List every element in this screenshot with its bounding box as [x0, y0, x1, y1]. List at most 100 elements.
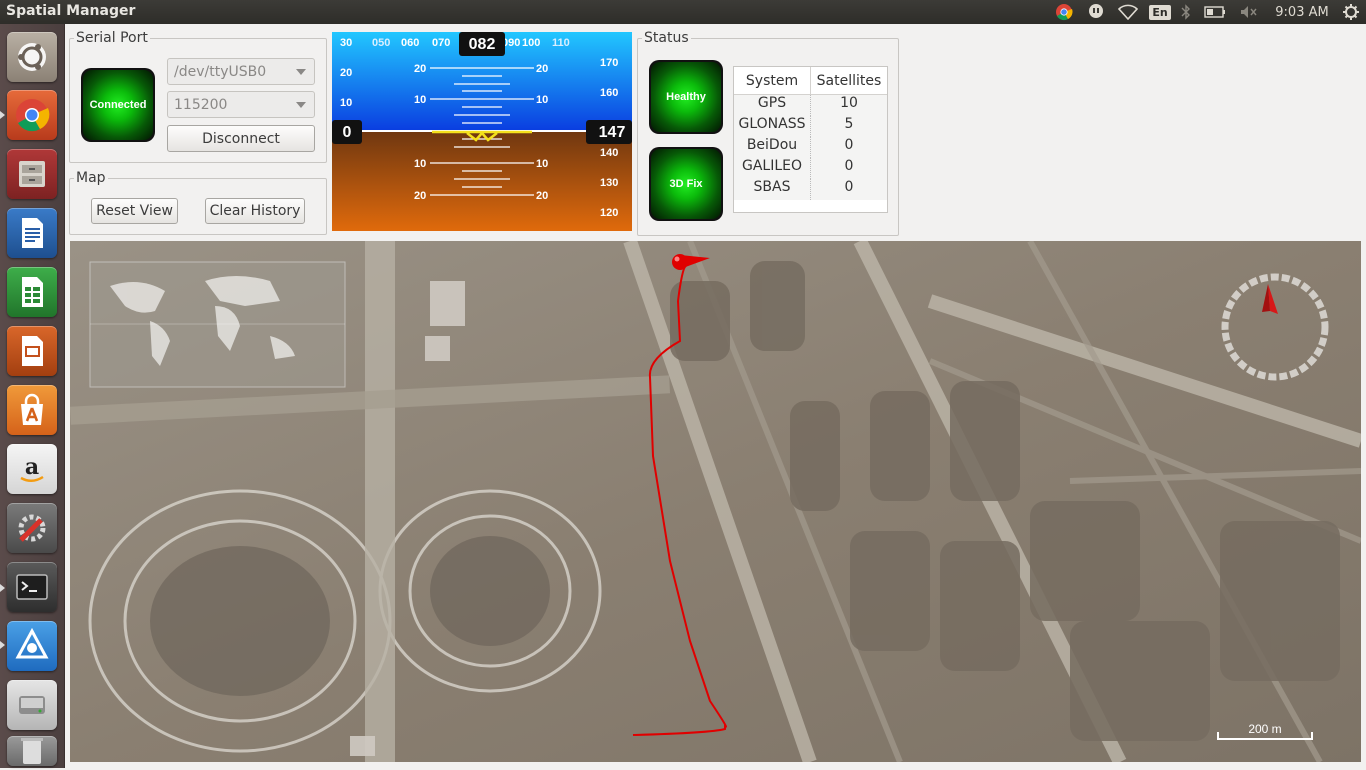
disk-drive-icon — [19, 696, 45, 714]
column-header-satellites[interactable]: Satellites — [811, 67, 887, 94]
amazon-icon: a — [20, 454, 44, 482]
table-row[interactable]: GLONASS 5 — [734, 116, 887, 137]
volume-muted-icon[interactable] — [1238, 2, 1260, 22]
document-icon — [22, 218, 43, 248]
system-settings-launcher[interactable] — [7, 503, 57, 553]
table-row[interactable]: GPS 10 — [734, 95, 887, 116]
table-row[interactable]: SBAS 0 — [734, 179, 887, 200]
artificial-horizon: 30 050 060 070 090 100 110 082 20 10 0 1… — [332, 32, 632, 231]
pitch-label: 20 — [414, 63, 426, 75]
writer-launcher[interactable] — [7, 208, 57, 258]
fix-label: 3D Fix — [669, 178, 703, 190]
chrome-icon — [16, 99, 50, 132]
satellites-cell: 10 — [840, 95, 858, 111]
terminal-launcher[interactable] — [7, 562, 57, 612]
settings-wrench-icon — [18, 514, 46, 542]
satellite-map[interactable]: 200 m — [70, 241, 1361, 762]
trash-launcher[interactable] — [7, 736, 57, 766]
software-center-launcher[interactable] — [7, 385, 57, 435]
right-tape-tick: 130 — [600, 177, 618, 189]
keyboard-layout-label: En — [1149, 4, 1171, 20]
battery-icon[interactable] — [1202, 2, 1228, 22]
launcher: a — [0, 24, 65, 768]
right-tape-tick: 170 — [600, 57, 618, 69]
reset-view-button[interactable]: Reset View — [91, 198, 178, 224]
pitch-label: 20 — [414, 190, 426, 202]
status-title: Status — [642, 30, 691, 46]
pitch-label: 20 — [536, 190, 548, 202]
heading-tick: 110 — [552, 37, 570, 49]
device-select-value: /dev/ttyUSB0 — [174, 63, 267, 80]
map-group-title: Map — [74, 170, 108, 186]
calc-launcher[interactable] — [7, 267, 57, 317]
device-select[interactable]: /dev/ttyUSB0 — [167, 58, 315, 85]
disk-drive-launcher[interactable] — [7, 680, 57, 730]
baud-rate-value: 115200 — [174, 96, 228, 113]
speed-readout: 0 — [343, 124, 352, 141]
heading-tick: 060 — [401, 37, 419, 49]
health-label: Healthy — [666, 91, 706, 103]
right-tape-tick: 160 — [600, 87, 618, 99]
satellites-cell: 0 — [844, 179, 854, 195]
system-cell: SBAS — [734, 179, 811, 200]
heading-tick: 070 — [432, 37, 450, 49]
svg-text:a: a — [25, 454, 39, 480]
impress-launcher[interactable] — [7, 326, 57, 376]
amazon-launcher[interactable]: a — [7, 444, 57, 494]
heading-tick: 050 — [372, 37, 390, 49]
clock[interactable]: 9:03 AM — [1270, 2, 1334, 22]
satellites-cell: 0 — [844, 137, 854, 153]
table-row[interactable]: BeiDou 0 — [734, 137, 887, 158]
pitch-label: 10 — [536, 158, 548, 170]
pitch-label: 10 — [536, 94, 548, 106]
satellites-cell: 0 — [844, 158, 854, 174]
file-cabinet-icon — [19, 161, 45, 187]
spreadsheet-icon — [22, 277, 43, 307]
fix-indicator: 3D Fix — [649, 147, 723, 221]
file-manager-launcher[interactable] — [7, 149, 57, 199]
column-header-system[interactable]: System — [734, 67, 811, 94]
keyboard-layout-indicator[interactable]: En — [1148, 2, 1172, 22]
system-cell: GPS — [734, 95, 811, 116]
disconnect-button[interactable]: Disconnect — [167, 125, 315, 152]
serial-port-title: Serial Port — [74, 30, 150, 46]
pitch-label: 10 — [414, 94, 426, 106]
satellite-table: System Satellites GPS 10 GLONASS 5 BeiDou 0… — [733, 66, 888, 213]
left-tape-tick: 10 — [340, 97, 352, 109]
remote-app-launcher[interactable] — [7, 621, 57, 671]
trash-icon — [21, 738, 43, 764]
clear-history-button[interactable]: Clear History — [205, 198, 305, 224]
bluetooth-icon[interactable] — [1178, 2, 1194, 22]
pitch-label: 20 — [536, 63, 548, 75]
heading-tick: 100 — [522, 37, 540, 49]
baud-rate-select[interactable]: 115200 — [167, 91, 315, 118]
window-title: Spatial Manager — [6, 3, 136, 19]
running-indicator — [0, 641, 5, 649]
satellites-cell: 5 — [844, 116, 854, 132]
top-panel: Spatial Manager En 9:03 AM — [0, 0, 1366, 24]
presentation-icon — [22, 336, 43, 366]
shopping-bag-icon — [21, 393, 43, 425]
ground-area — [332, 131, 632, 231]
heading-tick: 30 — [340, 37, 352, 49]
altitude-readout: 147 — [599, 124, 626, 141]
scale-label: 200 m — [1248, 722, 1281, 736]
power-settings-icon[interactable] — [1340, 2, 1362, 22]
right-tape-tick: 120 — [600, 207, 618, 219]
chevron-down-icon — [296, 69, 306, 75]
system-cell: GLONASS — [734, 116, 811, 137]
world-minimap[interactable] — [89, 261, 346, 388]
ubuntu-dash-launcher[interactable] — [7, 32, 57, 82]
chrome-launcher[interactable] — [7, 90, 57, 140]
running-indicator — [0, 584, 5, 592]
chat-icon[interactable] — [1085, 2, 1107, 22]
wifi-icon[interactable] — [1116, 2, 1140, 22]
chrome-tray-icon[interactable] — [1053, 2, 1075, 22]
pitch-label: 10 — [414, 158, 426, 170]
table-header: System Satellites — [734, 67, 887, 95]
terminal-icon — [16, 574, 48, 600]
table-row[interactable]: GALILEO 0 — [734, 158, 887, 179]
ubuntu-logo-icon — [18, 43, 46, 71]
left-tape-tick: 20 — [340, 67, 352, 79]
heading-readout: 082 — [469, 36, 496, 53]
